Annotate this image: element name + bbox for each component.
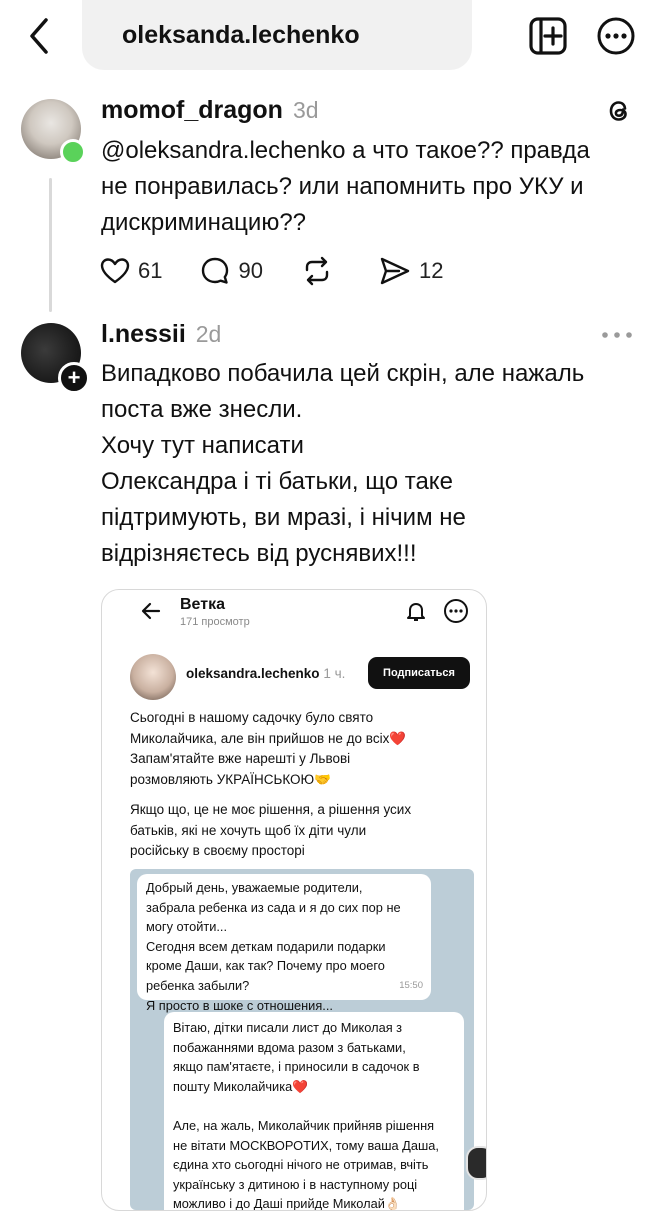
post-line: батьків, які не хочуть щоб їх діти чули bbox=[130, 822, 367, 838]
bell-icon bbox=[407, 603, 425, 621]
screenshot-title: Ветка bbox=[180, 596, 225, 613]
reply-header: l.nessii 2d bbox=[101, 320, 221, 349]
screenshot-username-text: oleksandra.lechenko bbox=[186, 666, 320, 681]
chat-message-incoming: Добрый день, уважаемые родители, забрала… bbox=[137, 874, 431, 1013]
message-line bbox=[173, 1096, 455, 1116]
reply-header: momof_dragon 3d bbox=[101, 96, 319, 125]
mini-avatar bbox=[466, 1146, 486, 1180]
comment-button[interactable]: 90 bbox=[200, 256, 263, 286]
screenshot-subscribe-button: Подписаться bbox=[368, 657, 470, 689]
message-line: Добрый день, уважаемые родители, bbox=[146, 880, 363, 895]
post-line: розмовляють УКРАЇНСЬКОЮ🤝 bbox=[130, 771, 332, 787]
like-count: 61 bbox=[138, 258, 163, 283]
online-status-indicator bbox=[60, 139, 86, 165]
reply-actions: 61 90 12 bbox=[100, 254, 481, 288]
post-line: Сьогодні в нашому садочку було свято bbox=[130, 710, 374, 725]
reply-text-line: Хочу тут написати bbox=[101, 432, 304, 459]
share-button[interactable]: 12 bbox=[379, 256, 443, 286]
message-line: не вітати МОСКВОРОТИХ, тому ваша Даша, bbox=[173, 1137, 439, 1153]
screenshot-avatar bbox=[130, 654, 176, 700]
more-horizontal-icon bbox=[444, 599, 468, 623]
more-options-button[interactable] bbox=[596, 16, 636, 56]
reply-text-line: відрізняєтесь від руснявих!!! bbox=[101, 540, 417, 567]
repost-button[interactable] bbox=[301, 256, 341, 286]
post-line: Запам'ятайте вже нарешті у Львові bbox=[130, 751, 351, 766]
post-line: російську в своєму просторі bbox=[130, 843, 305, 858]
message-line: українську з дитиною і в наступному році bbox=[173, 1176, 418, 1192]
message-line: якщо пам'ятаєте, і приносили в садочок в bbox=[173, 1059, 420, 1075]
chat-message-outgoing: Вітаю, дітки писали лист до Миколая з по… bbox=[164, 1012, 464, 1211]
new-post-icon bbox=[529, 17, 567, 55]
message-line: Але, на жаль, Миколайчик прийняв рішення bbox=[173, 1117, 435, 1133]
message-line: побажаннями вдома разом з батьками, bbox=[173, 1039, 406, 1055]
reply-text-line: Випадково побачила цей скрін, але нажаль bbox=[101, 360, 585, 387]
post-line: Миколайчика, але він прийшов не до всіх❤… bbox=[130, 730, 407, 746]
message-line: Вітаю, дітки писали лист до Миколая з bbox=[173, 1020, 403, 1035]
post-line: Якщо що, це не моє рішення, а рішення ус… bbox=[130, 802, 412, 817]
reply-text-line: поста вже знесли. bbox=[101, 396, 303, 423]
threads-logo-icon bbox=[604, 96, 634, 126]
new-post-button[interactable] bbox=[528, 16, 568, 56]
reply-text-line: не понравилась? или напомнить про УКУ и bbox=[101, 173, 584, 200]
more-horizontal-icon bbox=[597, 17, 635, 55]
share-count: 12 bbox=[418, 258, 444, 283]
reply-text-line: Олександра і ті батьки, що таке bbox=[101, 468, 453, 495]
search-value: oleksanda.lechenko bbox=[122, 20, 360, 49]
like-button[interactable]: 61 bbox=[100, 257, 162, 285]
reply-time: 2d bbox=[195, 321, 222, 347]
message-line: могу отойти... bbox=[146, 919, 228, 935]
attached-screenshot[interactable]: Ветка 171 просмотр oleksandra.lechenko 1… bbox=[101, 589, 487, 1211]
comment-icon bbox=[202, 257, 229, 284]
search-field[interactable]: oleksanda.lechenko bbox=[82, 0, 472, 70]
chevron-left-icon bbox=[30, 18, 48, 54]
thread-connector-line bbox=[49, 178, 52, 312]
message-line: Сегодня всем деткам подарили подарки bbox=[146, 938, 386, 954]
reply-text-line: дискриминацию?? bbox=[101, 209, 307, 236]
screenshot-time: 1 ч. bbox=[323, 666, 346, 681]
message-line: можливо і до Даші прийде Миколай👌🏻 bbox=[173, 1196, 401, 1211]
heart-icon bbox=[100, 258, 130, 284]
message-time: 15:50 bbox=[399, 980, 423, 992]
reply-text-line: підтримують, ви мразі, і нічим не bbox=[101, 504, 466, 531]
screenshot-post-text: Якщо що, це не моє рішення, а рішення ус… bbox=[130, 800, 470, 862]
follow-plus-icon[interactable]: + bbox=[58, 362, 90, 394]
screenshot-post-text: Сьогодні в нашому садочку було свято Мик… bbox=[130, 708, 470, 790]
send-icon bbox=[380, 257, 410, 285]
reply-time: 3d bbox=[292, 97, 319, 123]
reply-username[interactable]: l.nessii bbox=[101, 320, 186, 348]
message-line: ребенка забыли? bbox=[146, 977, 250, 993]
arrow-left-icon bbox=[141, 602, 161, 620]
reply-username[interactable]: momof_dragon bbox=[101, 96, 283, 124]
repost-icon bbox=[305, 256, 329, 286]
reply-text: Випадково побачила цей скрін, але нажаль… bbox=[101, 356, 646, 572]
screenshot-views: 171 просмотр bbox=[180, 616, 250, 628]
message-line: кроме Даши, как так? Почему про моего bbox=[146, 958, 385, 974]
reply-text-line: @oleksandra.lechenko а что такое?? правд… bbox=[101, 137, 590, 164]
more-options-button[interactable] bbox=[600, 328, 634, 340]
more-dots-icon bbox=[602, 332, 632, 338]
screenshot-username: oleksandra.lechenko 1 ч. bbox=[186, 666, 345, 681]
comment-count: 90 bbox=[238, 258, 263, 283]
back-button[interactable] bbox=[22, 16, 58, 56]
message-line: єдина хто сьогодні нічого не отримав, вч… bbox=[173, 1157, 429, 1173]
message-line: забрала ребенка из сада и я до сих пор н… bbox=[146, 899, 401, 915]
reply-text: @oleksandra.lechenko а что такое?? правд… bbox=[101, 133, 641, 241]
message-line: пошту Миколайчика❤️ bbox=[173, 1078, 309, 1094]
